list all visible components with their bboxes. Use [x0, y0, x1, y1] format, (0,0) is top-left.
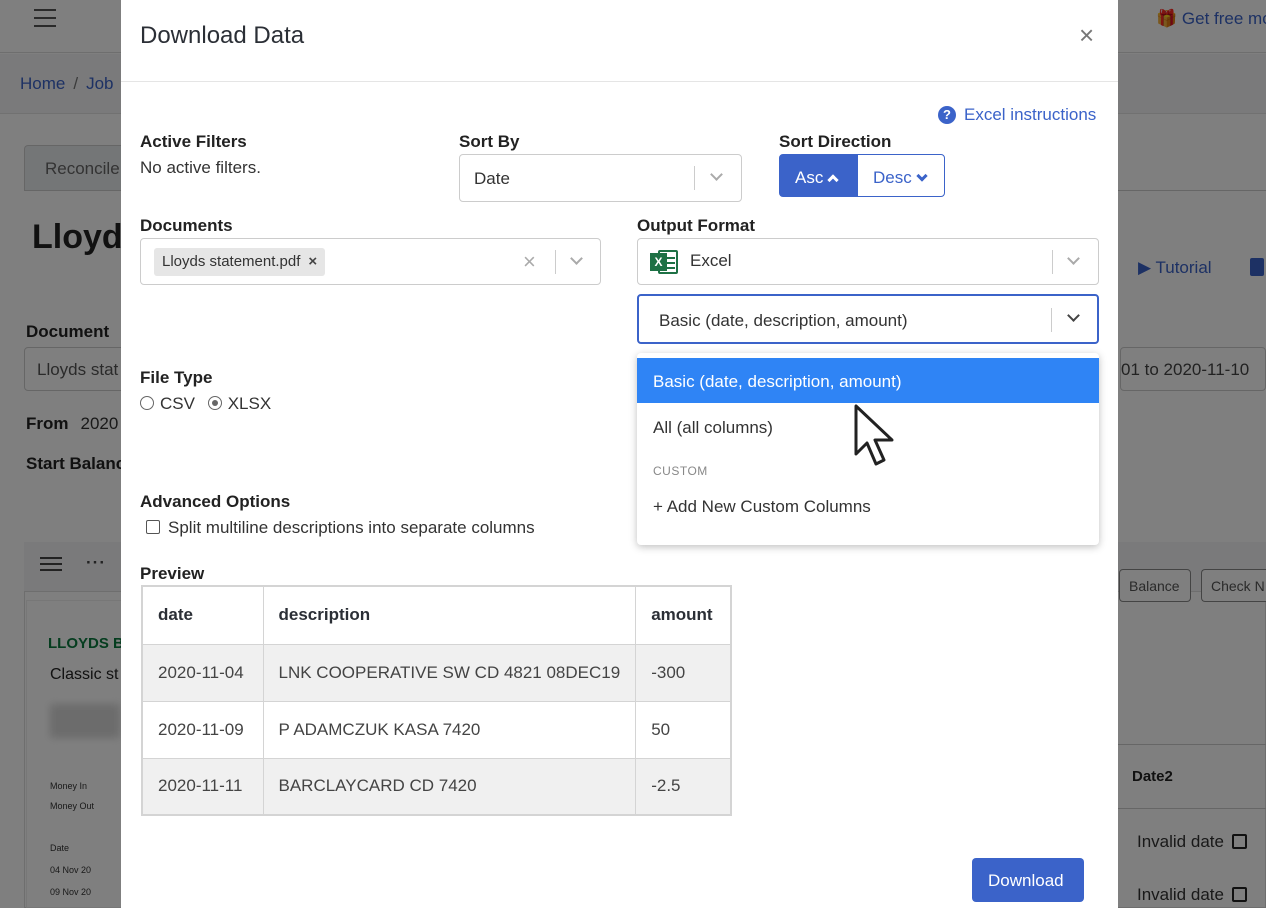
file-type-options: CSV XLSX — [140, 394, 271, 414]
csv-label[interactable]: CSV — [160, 394, 195, 413]
select-separator — [694, 166, 695, 190]
menu-option-add-custom[interactable]: + Add New Custom Columns — [637, 483, 1099, 528]
column-header-date: date — [141, 585, 264, 645]
cell-description: P ADAMCZUK KASA 7420 — [262, 700, 637, 759]
sort-asc-button[interactable]: Asc — [779, 154, 857, 197]
document-chip-label: Lloyds statement.pdf — [162, 253, 301, 270]
column-header-amount: amount — [635, 585, 732, 645]
split-multiline-checkbox[interactable] — [146, 520, 160, 534]
split-multiline-label: Split multiline descriptions into separa… — [168, 518, 535, 537]
modal-title: Download Data — [140, 22, 305, 49]
sort-desc-button[interactable]: Desc — [857, 154, 945, 197]
chevron-down-icon — [710, 168, 723, 181]
xlsx-label[interactable]: XLSX — [228, 394, 271, 413]
excel-icon: X — [650, 250, 678, 274]
table-header-row: date description amount — [141, 585, 732, 645]
table-row: 2020-11-11 BARCLAYCARD CD 7420 -2.5 — [141, 757, 732, 816]
excel-instructions-link[interactable]: ? Excel instructions — [938, 105, 1096, 125]
remove-chip-icon[interactable]: × — [308, 253, 317, 270]
sort-by-value: Date — [474, 169, 510, 188]
select-separator — [1051, 308, 1052, 332]
columns-select[interactable]: Basic (date, description, amount) — [637, 294, 1099, 344]
documents-select[interactable]: Lloyds statement.pdf × × — [140, 238, 601, 285]
document-chip: Lloyds statement.pdf × — [154, 248, 326, 276]
xlsx-radio[interactable] — [207, 396, 222, 410]
split-multiline-option[interactable]: Split multiline descriptions into separa… — [146, 518, 535, 538]
sort-desc-label: Desc — [873, 168, 912, 187]
download-data-modal: Download Data × ? Excel instructions Acti… — [121, 0, 1118, 908]
select-separator — [1052, 250, 1053, 274]
close-icon[interactable]: × — [1079, 20, 1094, 51]
sort-asc-label: Asc — [795, 168, 824, 187]
cell-date: 2020-11-04 — [141, 643, 264, 702]
sort-by-select[interactable]: Date — [459, 154, 742, 202]
table-row: 2020-11-04 LNK COOPERATIVE SW CD 4821 08… — [141, 643, 732, 702]
cell-amount: -300 — [635, 643, 732, 702]
menu-group-custom: CUSTOM — [653, 464, 708, 478]
advanced-options-label: Advanced Options — [140, 492, 291, 511]
download-button[interactable]: Download — [972, 858, 1084, 902]
chevron-down-icon — [570, 252, 583, 265]
preview-label: Preview — [140, 564, 205, 583]
cell-date: 2020-11-09 — [141, 700, 264, 759]
chevron-up-icon — [827, 174, 840, 186]
clear-icon[interactable]: × — [523, 249, 536, 275]
sort-direction-label: Sort Direction — [779, 132, 892, 151]
help-icon: ? — [938, 106, 956, 124]
table-row: 2020-11-09 P ADAMCZUK KASA 7420 50 — [141, 700, 732, 759]
output-format-select[interactable]: X Excel — [637, 238, 1099, 285]
file-type-label: File Type — [140, 368, 213, 387]
cell-description: BARCLAYCARD CD 7420 — [262, 757, 637, 816]
cell-amount: -2.5 — [635, 757, 732, 816]
active-filters-value: No active filters. — [140, 158, 261, 177]
column-header-description: description — [262, 585, 637, 645]
cell-date: 2020-11-11 — [141, 757, 264, 816]
documents-label: Documents — [140, 216, 233, 235]
menu-option-basic[interactable]: Basic (date, description, amount) — [637, 358, 1099, 403]
excel-instructions-label: Excel instructions — [964, 105, 1097, 124]
chevron-down-icon — [1067, 252, 1080, 265]
output-format-value: Excel — [690, 251, 732, 270]
mouse-cursor-icon — [854, 404, 894, 466]
columns-value: Basic (date, description, amount) — [659, 311, 908, 330]
csv-radio[interactable] — [140, 396, 154, 410]
preview-table: date description amount 2020-11-04 LNK C… — [141, 585, 732, 816]
chevron-down-icon — [1067, 309, 1080, 322]
select-separator — [555, 250, 556, 274]
output-format-label: Output Format — [637, 216, 756, 235]
cell-description: LNK COOPERATIVE SW CD 4821 08DEC19 — [262, 643, 637, 702]
modal-header: Download Data × — [121, 0, 1118, 82]
sort-by-label: Sort By — [459, 132, 520, 151]
chevron-down-icon — [916, 170, 928, 182]
cell-amount: 50 — [635, 700, 732, 759]
active-filters-label: Active Filters — [140, 132, 247, 151]
